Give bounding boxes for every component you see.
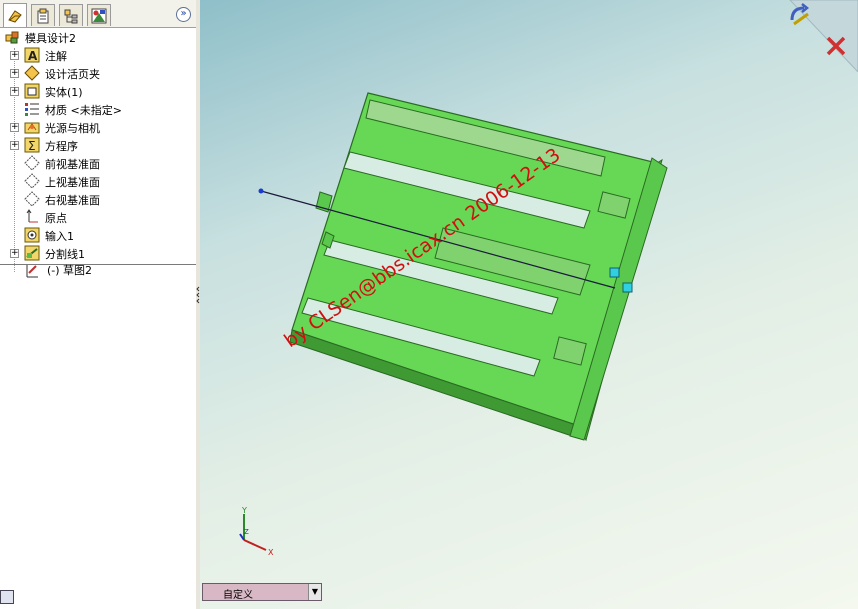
tree-item-sketch[interactable]: (-) 草图2	[0, 262, 196, 280]
tree-item-solid-bodies[interactable]: + 实体(1)	[0, 82, 196, 100]
lights-cameras-icon	[24, 122, 40, 134]
tree-item-material[interactable]: 材质 <未指定>	[0, 100, 196, 118]
property-manager-tab[interactable]	[31, 4, 55, 26]
tree-item-label: 右视基准面	[45, 194, 100, 207]
plane-icon	[24, 173, 40, 189]
tree-item-label: 原点	[45, 212, 67, 225]
origin-icon	[26, 209, 38, 223]
expand-toggle[interactable]: +	[10, 141, 19, 150]
tree-item-label: 输入1	[45, 230, 74, 243]
split-line-icon	[24, 245, 40, 261]
tree-item-right-plane[interactable]: 右视基准面	[0, 190, 196, 208]
equations-icon: Σ	[24, 137, 40, 153]
sketch-icon	[26, 265, 38, 278]
relation-marker[interactable]	[609, 267, 620, 278]
tree-item-design-binder[interactable]: + 设计活页夹	[0, 64, 196, 82]
rebuild-icon[interactable]	[788, 0, 814, 30]
graphics-area[interactable]: by CLSen@bbs.icax.cn 2006-12-13 X Y Z	[200, 0, 858, 609]
plane-icon	[24, 191, 40, 207]
mold-part[interactable]	[289, 92, 668, 442]
confirmation-corner	[780, 0, 858, 73]
tree-item-label: (-) 草图2	[47, 264, 93, 277]
svg-text:Σ: Σ	[28, 139, 36, 153]
configuration-select[interactable]: 自定义 ▼	[202, 583, 322, 601]
tree-item-label: 前视基准面	[45, 158, 100, 171]
tree-item-split-line[interactable]: + 分割线1	[0, 244, 196, 262]
tree-item-label: 分割线1	[45, 248, 85, 261]
tree-item-equations[interactable]: + Σ 方程序	[0, 136, 196, 154]
part-icon	[5, 31, 19, 44]
configuration-select-value: 自定义	[223, 590, 253, 601]
svg-text:Z: Z	[244, 528, 249, 536]
design-binder-icon	[24, 65, 40, 81]
manager-tabs: »	[0, 0, 196, 28]
expand-toggle[interactable]: +	[10, 51, 19, 60]
sketch-endpoint[interactable]	[258, 188, 264, 194]
tree-root[interactable]: 模具设计2	[0, 28, 196, 46]
expand-toggle[interactable]: +	[10, 69, 19, 78]
svg-text:A: A	[28, 49, 38, 63]
feature-manager-panel: » 模具设计2 + A 注解 + 设计活页夹 + 实体(1) 材质 <未指定>	[0, 0, 197, 609]
axis-triad: X Y Z	[239, 506, 274, 557]
dropdown-arrow-icon[interactable]: ▼	[308, 584, 321, 600]
feature-manager-tab[interactable]	[3, 3, 27, 27]
display-manager-icon	[91, 8, 107, 23]
tree-item-label: 上视基准面	[45, 176, 100, 189]
tree-item-top-plane[interactable]: 上视基准面	[0, 172, 196, 190]
tree-item-import[interactable]: 输入1	[0, 226, 196, 244]
tree-item-annotations[interactable]: + A 注解	[0, 46, 196, 64]
display-manager-tab[interactable]	[87, 4, 111, 26]
svg-text:Y: Y	[241, 506, 247, 515]
tree-item-origin[interactable]: 原点	[0, 208, 196, 226]
expand-toggle[interactable]: +	[10, 87, 19, 96]
status-icon[interactable]	[0, 590, 14, 604]
configuration-manager-icon	[64, 9, 78, 23]
svg-text:X: X	[268, 548, 274, 557]
tree-root-label: 模具设计2	[25, 32, 76, 45]
property-manager-icon	[37, 8, 49, 23]
expand-panel-icon[interactable]: »	[176, 7, 191, 22]
plane-icon	[24, 155, 40, 171]
feature-manager-icon	[8, 9, 22, 23]
tree-item-label: 设计活页夹	[45, 68, 100, 81]
expand-toggle[interactable]: +	[10, 249, 19, 258]
relation-marker[interactable]	[622, 282, 633, 293]
tree-item-label: 注解	[45, 50, 67, 63]
tree-item-label: 材质 <未指定>	[45, 104, 122, 117]
configuration-manager-tab[interactable]	[59, 4, 83, 26]
tree-item-label: 实体(1)	[45, 86, 83, 99]
tree-item-lights-cameras[interactable]: + 光源与相机	[0, 118, 196, 136]
imported-body-icon	[24, 227, 40, 243]
annotation-icon: A	[24, 47, 40, 63]
close-icon[interactable]	[824, 34, 848, 58]
expand-toggle[interactable]: +	[10, 123, 19, 132]
tree-item-label: 方程序	[45, 140, 78, 153]
solid-bodies-icon	[24, 83, 40, 99]
material-icon	[25, 103, 39, 116]
tree-item-label: 光源与相机	[45, 122, 100, 135]
model-scene: by CLSen@bbs.icax.cn 2006-12-13 X Y Z	[239, 92, 668, 557]
tree-item-front-plane[interactable]: 前视基准面	[0, 154, 196, 172]
